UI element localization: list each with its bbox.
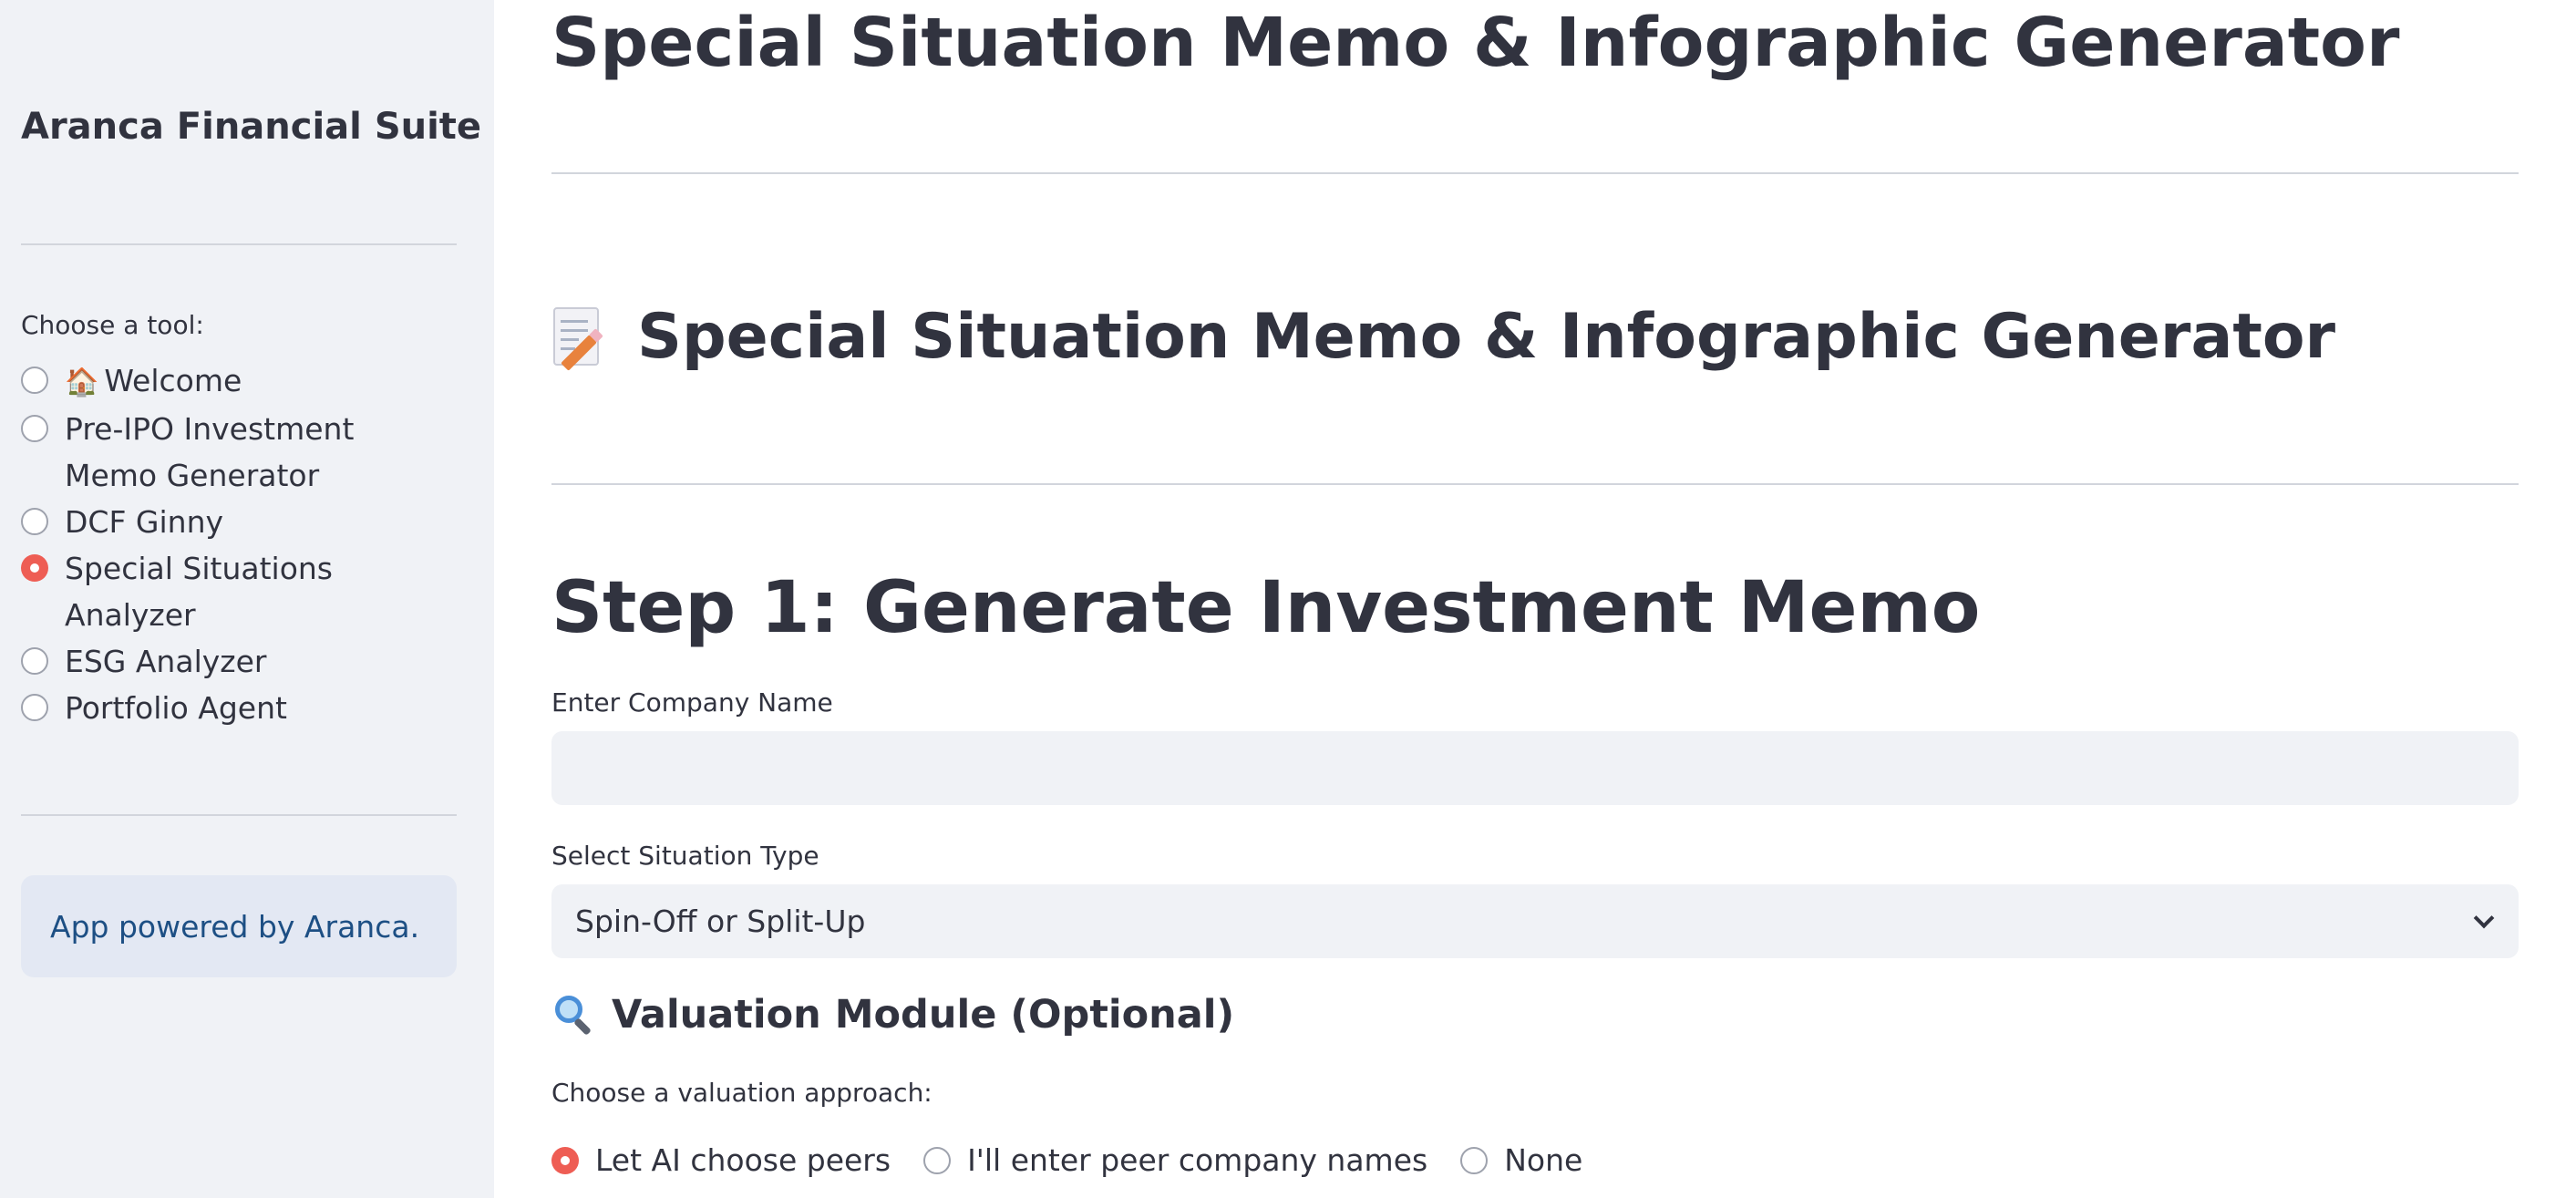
sidebar-item-special-situations[interactable]: Special Situations Analyzer xyxy=(21,545,477,638)
sidebar-item-label: Portfolio Agent xyxy=(65,690,287,726)
radio-button[interactable] xyxy=(21,647,48,675)
memo-heading-text: Special Situation Memo & Infographic Gen… xyxy=(637,301,2336,373)
sidebar-title: Aranca Financial Suite xyxy=(21,106,482,148)
radio-button[interactable] xyxy=(21,367,48,394)
tool-radio-group: 🏠 Welcome Pre-IPO Investment Memo Generat… xyxy=(21,357,477,731)
company-name-input[interactable] xyxy=(551,731,2519,805)
info-box: App powered by Aranca. xyxy=(21,875,457,977)
step-heading: Step 1: Generate Investment Memo xyxy=(551,567,1981,649)
sidebar: Aranca Financial Suite Choose a tool: 🏠 W… xyxy=(0,0,494,1198)
sidebar-item-label: ESG Analyzer xyxy=(65,644,267,679)
sidebar-item-esg-analyzer[interactable]: ESG Analyzer xyxy=(21,638,477,685)
house-icon: 🏠 xyxy=(65,367,99,398)
radio-button[interactable] xyxy=(21,415,48,442)
approach-option-label: I'll enter peer company names xyxy=(967,1142,1428,1178)
sidebar-item-pre-ipo-memo[interactable]: Pre-IPO Investment Memo Generator xyxy=(21,406,477,499)
sidebar-item-label: Special Situations Analyzer xyxy=(65,551,333,633)
approach-option-none[interactable]: None xyxy=(1460,1140,1582,1182)
situation-type-label: Select Situation Type xyxy=(551,841,819,871)
valuation-heading-text: Valuation Module (Optional) xyxy=(612,992,1235,1038)
situation-type-value: Spin-Off or Split-Up xyxy=(575,904,866,939)
valuation-heading: Valuation Module (Optional) xyxy=(553,992,1234,1038)
divider xyxy=(551,483,2519,485)
page-title: Special Situation Memo & Infographic Gen… xyxy=(551,4,2400,82)
memo-icon xyxy=(553,306,606,371)
info-text: App powered by Aranca. xyxy=(50,908,420,945)
sidebar-item-dcf-ginny[interactable]: DCF Ginny xyxy=(21,499,477,545)
radio-button[interactable] xyxy=(1460,1147,1489,1174)
approach-option-label: None xyxy=(1504,1142,1583,1178)
sidebar-divider xyxy=(21,814,457,816)
divider xyxy=(551,172,2519,174)
app: Aranca Financial Suite Choose a tool: 🏠 W… xyxy=(0,0,2576,1198)
sidebar-item-portfolio-agent[interactable]: Portfolio Agent xyxy=(21,685,477,731)
sidebar-item-label: Welcome xyxy=(104,363,242,398)
approach-option-manual-peers[interactable]: I'll enter peer company names xyxy=(923,1140,1427,1182)
radio-button[interactable] xyxy=(923,1147,952,1174)
approach-option-label: Let AI choose peers xyxy=(595,1142,891,1178)
chevron-down-icon[interactable] xyxy=(2473,907,2495,928)
radio-button-selected[interactable] xyxy=(21,554,48,582)
sidebar-item-label: Pre-IPO Investment Memo Generator xyxy=(65,411,355,493)
valuation-approach-radio-group: Let AI choose peers I'll enter peer comp… xyxy=(551,1140,1615,1182)
sidebar-item-label: DCF Ginny xyxy=(65,504,224,540)
valuation-approach-label: Choose a valuation approach: xyxy=(551,1078,933,1108)
approach-option-ai-peers[interactable]: Let AI choose peers xyxy=(551,1140,891,1182)
company-name-label: Enter Company Name xyxy=(551,687,833,718)
sidebar-item-welcome[interactable]: 🏠 Welcome xyxy=(21,357,477,406)
memo-heading: Special Situation Memo & Infographic Gen… xyxy=(553,301,2335,373)
magnifying-glass-icon xyxy=(553,994,595,1036)
radio-button[interactable] xyxy=(21,508,48,535)
tool-choice-label: Choose a tool: xyxy=(21,310,204,340)
main-content: Special Situation Memo & Infographic Gen… xyxy=(551,0,2520,1198)
situation-type-select[interactable]: Spin-Off or Split-Up xyxy=(551,884,2519,958)
radio-button[interactable] xyxy=(21,694,48,721)
radio-button-selected[interactable] xyxy=(551,1147,579,1174)
sidebar-divider xyxy=(21,243,457,245)
